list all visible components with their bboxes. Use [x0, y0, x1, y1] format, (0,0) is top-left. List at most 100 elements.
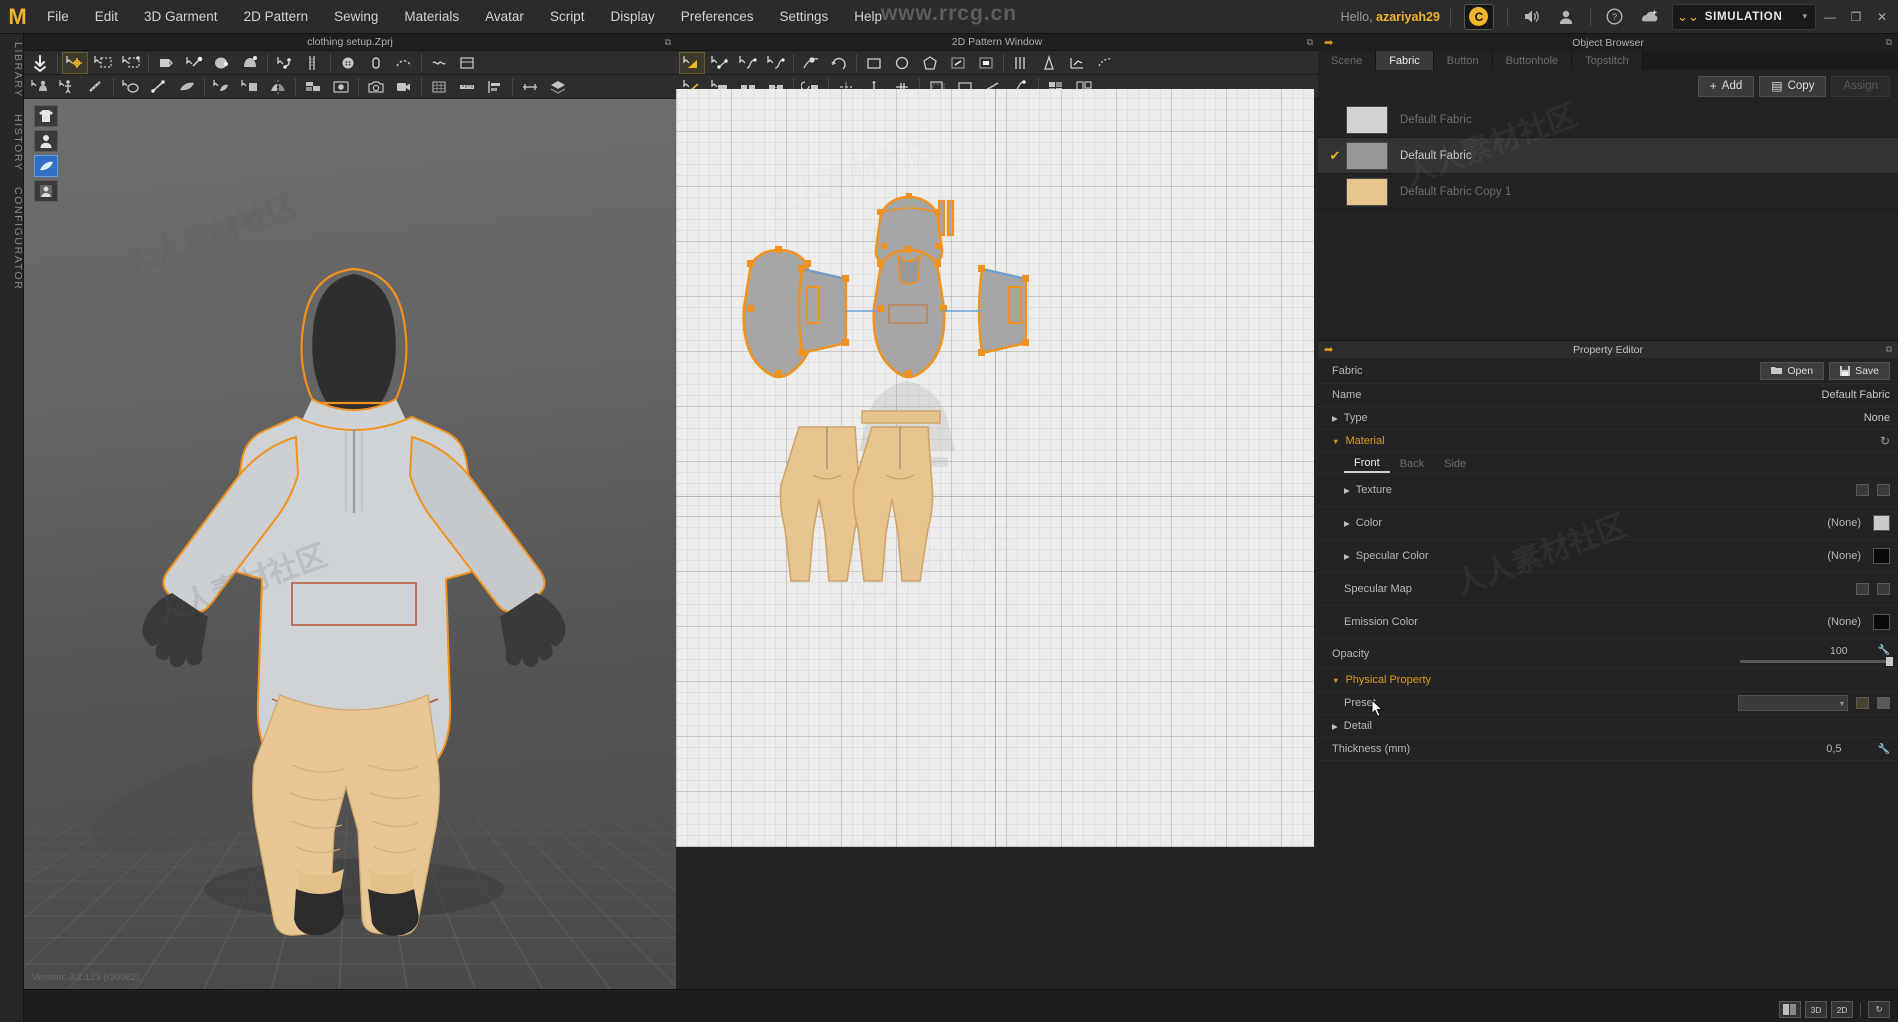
- vertical-tab-configurator[interactable]: CONFIGURATOR: [0, 179, 24, 298]
- grid-icon[interactable]: [1856, 484, 1869, 496]
- distance-tool-button[interactable]: [146, 76, 172, 98]
- menu-item-preferences[interactable]: Preferences: [668, 0, 767, 34]
- move-pattern-button[interactable]: [798, 52, 824, 74]
- save-fabric-button[interactable]: Save: [1829, 361, 1890, 380]
- edit-point-button[interactable]: [707, 52, 733, 74]
- name-value[interactable]: Default Fabric: [1822, 389, 1890, 401]
- window-close-button[interactable]: ✕: [1870, 6, 1894, 28]
- symmetry-tool-button[interactable]: [265, 76, 291, 98]
- material-tab-side[interactable]: Side: [1434, 455, 1476, 473]
- copy-button[interactable]: ▤ Copy: [1759, 75, 1827, 97]
- trash-icon[interactable]: [1877, 583, 1890, 595]
- view-2d-button[interactable]: 2D: [1831, 1001, 1853, 1018]
- snapshot-button[interactable]: [363, 76, 389, 98]
- material-tab-back[interactable]: Back: [1390, 455, 1434, 473]
- portrait-icon[interactable]: [34, 180, 58, 202]
- help-icon[interactable]: ?: [1601, 4, 1629, 30]
- button-tool-button[interactable]: [335, 52, 361, 74]
- fabric-color-swatch[interactable]: [1346, 141, 1388, 170]
- collapse-triangle-icon[interactable]: ▼: [1332, 676, 1339, 685]
- print-layout-button[interactable]: [454, 52, 480, 74]
- menu-item-display[interactable]: Display: [597, 0, 667, 34]
- dropdown-arrow-icon[interactable]: ▾: [1798, 11, 1811, 22]
- fabric-type-row[interactable]: ▶ Type None: [1318, 407, 1898, 430]
- expand-triangle-icon[interactable]: ▶: [1344, 486, 1350, 495]
- fabric-color-swatch[interactable]: [1346, 105, 1388, 134]
- tab-button[interactable]: Button: [1433, 51, 1493, 70]
- menu-item-edit[interactable]: Edit: [82, 0, 131, 34]
- window-minimize-button[interactable]: —: [1818, 6, 1842, 28]
- expand-triangle-icon[interactable]: ▶: [1332, 414, 1338, 423]
- opacity-value[interactable]: 100: [1830, 645, 1848, 657]
- align-button[interactable]: [482, 76, 508, 98]
- wrench-icon[interactable]: 🔧: [1878, 645, 1890, 656]
- vertical-tab-history[interactable]: HISTORY: [0, 106, 24, 180]
- material-section-header[interactable]: ▼ Material ↻: [1318, 430, 1898, 453]
- reset-icon[interactable]: ↻: [1880, 434, 1890, 448]
- pleat-tool-button[interactable]: [1008, 52, 1034, 74]
- video-capture-button[interactable]: [391, 76, 417, 98]
- internal-line-button[interactable]: [945, 52, 971, 74]
- fabric-row[interactable]: Default Fabric Copy 1: [1318, 174, 1898, 210]
- collapse-arrow-icon[interactable]: ➡: [1324, 343, 1333, 356]
- rotate-pattern-button[interactable]: [826, 52, 852, 74]
- circle-tool-button[interactable]: [889, 52, 915, 74]
- gravity-tool-button[interactable]: [209, 52, 235, 74]
- avatar-select-button[interactable]: [27, 76, 53, 98]
- edit-curvature-button[interactable]: [763, 52, 789, 74]
- trash-icon[interactable]: [1877, 484, 1890, 496]
- layer-button[interactable]: [545, 76, 571, 98]
- upload-icon[interactable]: [1635, 4, 1663, 30]
- color-swatch[interactable]: [1873, 548, 1890, 564]
- popout-icon[interactable]: ⧉: [1307, 37, 1313, 48]
- popout-icon[interactable]: ⧉: [1886, 37, 1892, 48]
- zipper-tool-button[interactable]: [300, 52, 326, 74]
- menu-item-script[interactable]: Script: [537, 0, 598, 34]
- fold-arrangement-button[interactable]: [153, 52, 179, 74]
- flattening-tool-button[interactable]: [237, 52, 263, 74]
- edit-curve-button[interactable]: [735, 52, 761, 74]
- expand-triangle-icon[interactable]: ▶: [1332, 722, 1338, 731]
- avatar-pose-button[interactable]: [55, 76, 81, 98]
- fabric-color-swatch[interactable]: [1346, 177, 1388, 206]
- polygon-tool-button[interactable]: [917, 52, 943, 74]
- topstitch-tool-button[interactable]: [391, 52, 417, 74]
- popout-icon[interactable]: ⧉: [1886, 344, 1892, 355]
- tab-topstitch[interactable]: Topstitch: [1572, 51, 1643, 70]
- render-button[interactable]: [328, 76, 354, 98]
- account-icon[interactable]: [1552, 4, 1580, 30]
- pattern-select-button[interactable]: [679, 51, 705, 74]
- ruler-button[interactable]: [454, 76, 480, 98]
- view-3d-button[interactable]: 3D: [1805, 1001, 1827, 1018]
- color-swatch[interactable]: [1873, 614, 1890, 630]
- fabric-row[interactable]: ✔ Default Fabric: [1318, 138, 1898, 174]
- menu-item-3d-garment[interactable]: 3D Garment: [131, 0, 231, 34]
- select-box-button[interactable]: [118, 52, 144, 74]
- fabric-active-check-icon[interactable]: ✔: [1324, 148, 1346, 164]
- puckering-tool-button[interactable]: [426, 52, 452, 74]
- menu-item-file[interactable]: File: [34, 0, 82, 34]
- tab-buttonhole[interactable]: Buttonhole: [1492, 51, 1573, 70]
- grid-snap-button[interactable]: [426, 76, 452, 98]
- vertical-tab-library[interactable]: LIBRARY: [0, 34, 24, 106]
- 3d-viewport[interactable]: Version: 3.2.123 (r30062): [24, 99, 676, 989]
- speaker-icon[interactable]: [1518, 4, 1546, 30]
- detail-row[interactable]: ▶ Detail: [1318, 715, 1898, 738]
- add-button[interactable]: + Add: [1697, 75, 1755, 97]
- menu-item-2d-pattern[interactable]: 2D Pattern: [231, 0, 322, 34]
- thickness-value[interactable]: 0,5: [1826, 743, 1841, 755]
- physical-property-header[interactable]: ▼ Physical Property: [1318, 669, 1898, 692]
- wrench-icon[interactable]: 🔧: [1878, 744, 1890, 755]
- collapse-arrow-icon[interactable]: ➡: [1324, 36, 1333, 49]
- expand-triangle-icon[interactable]: ▶: [1344, 519, 1350, 528]
- preset-dropdown[interactable]: ▾: [1738, 695, 1848, 711]
- rectangle-tool-button[interactable]: [861, 52, 887, 74]
- open-fabric-button[interactable]: Open: [1760, 361, 1825, 380]
- internal-shape-button[interactable]: [973, 52, 999, 74]
- collapse-triangle-icon[interactable]: ▼: [1332, 437, 1339, 446]
- fabric-icon[interactable]: [34, 155, 58, 177]
- measure-tool-button[interactable]: [83, 76, 109, 98]
- menu-item-settings[interactable]: Settings: [767, 0, 842, 34]
- expand-triangle-icon[interactable]: ▶: [1344, 552, 1350, 561]
- simulate-button[interactable]: [27, 52, 53, 74]
